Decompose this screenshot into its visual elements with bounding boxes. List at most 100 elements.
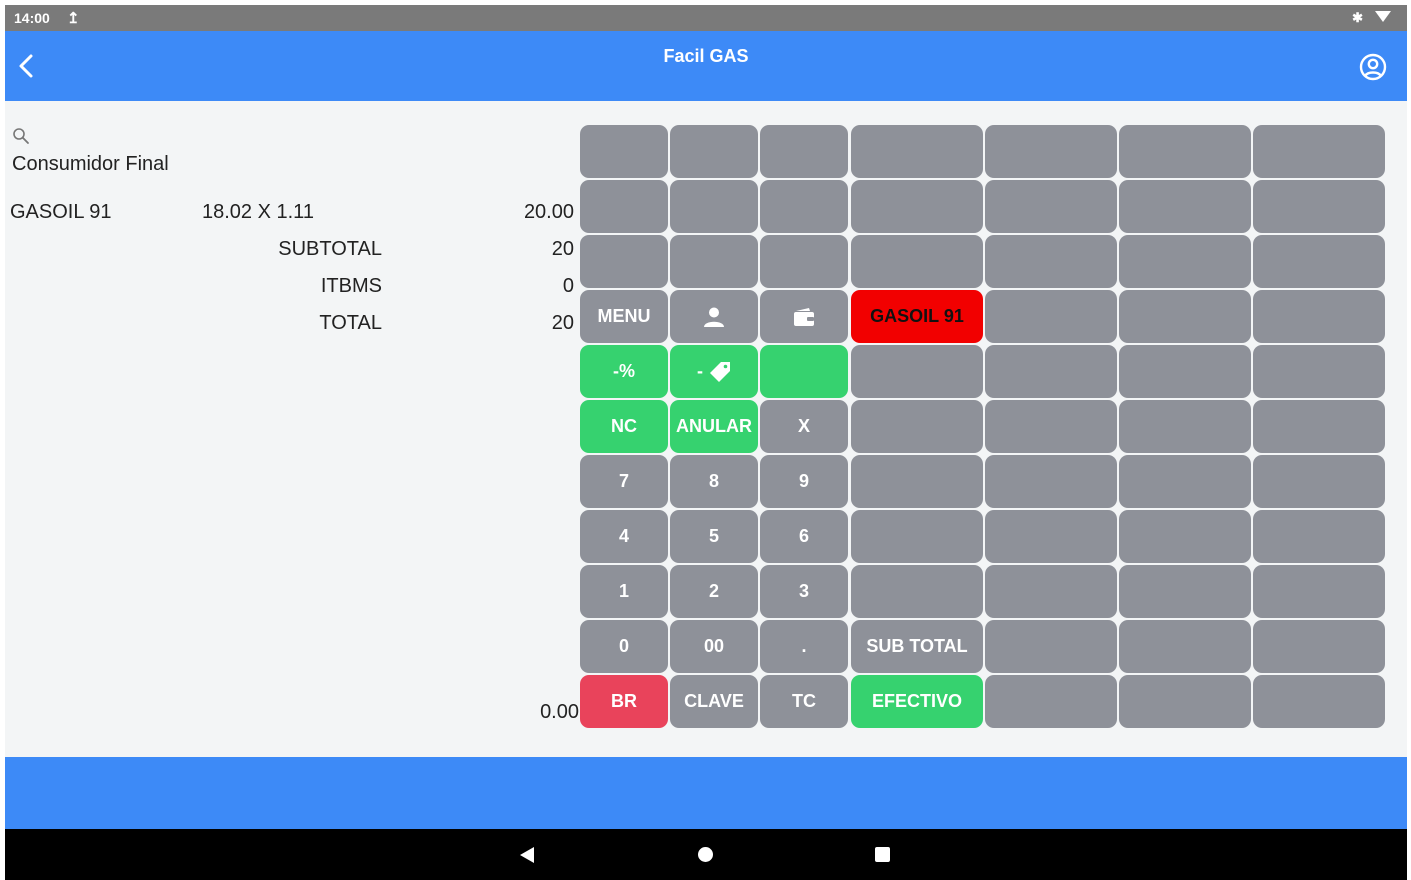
tax-value: 0 [562, 275, 574, 297]
digit-6-button[interactable]: 6 [760, 510, 848, 563]
blank-key[interactable] [1253, 290, 1385, 343]
blank-key[interactable] [1253, 235, 1385, 288]
blank-key[interactable] [851, 345, 983, 398]
blank-key[interactable] [580, 235, 668, 288]
blank-key[interactable] [985, 345, 1117, 398]
blank-key[interactable] [985, 620, 1117, 673]
nav-back-icon[interactable] [520, 847, 534, 863]
decimal-point-button[interactable]: . [760, 620, 848, 673]
blank-key[interactable] [851, 180, 983, 233]
blank-key[interactable] [760, 180, 848, 233]
blank-key[interactable] [851, 455, 983, 508]
app-title: Facil GAS [663, 46, 749, 66]
blank-key[interactable] [1119, 235, 1251, 288]
blank-key[interactable] [670, 235, 758, 288]
sub-total-button[interactable]: SUB TOTAL [851, 620, 983, 673]
blank-key[interactable] [1253, 400, 1385, 453]
blank-key[interactable] [1253, 675, 1385, 728]
tax-row: ITBMS 0 [5, 275, 580, 301]
blank-key[interactable] [1253, 510, 1385, 563]
anular-button[interactable]: ANULAR [670, 400, 758, 453]
blank-key[interactable] [1119, 455, 1251, 508]
digit-9-button[interactable]: 9 [760, 455, 848, 508]
blank-key[interactable] [1119, 510, 1251, 563]
clave-button[interactable]: CLAVE [670, 675, 758, 728]
total-row: TOTAL 20 [5, 312, 580, 338]
customer-name[interactable]: Consumidor Final [12, 153, 169, 176]
digit-3-button[interactable]: 3 [760, 565, 848, 618]
account-circle-icon[interactable] [1359, 53, 1387, 81]
tc-button[interactable]: TC [760, 675, 848, 728]
customer-button[interactable] [670, 290, 758, 343]
blank-key[interactable] [985, 125, 1117, 178]
blank-key[interactable] [1119, 345, 1251, 398]
blank-key[interactable] [851, 125, 983, 178]
digit-7-button[interactable]: 7 [580, 455, 668, 508]
blank-key[interactable] [985, 235, 1117, 288]
blank-key[interactable] [1253, 565, 1385, 618]
line-item[interactable]: GASOIL 91 18.02 X 1.11 20.00 [5, 201, 580, 227]
blank-key[interactable] [985, 180, 1117, 233]
system-nav-bar [5, 829, 1407, 880]
blank-key[interactable] [1119, 125, 1251, 178]
subtotal-value: 20 [551, 238, 574, 260]
digit-4-button[interactable]: 4 [580, 510, 668, 563]
blank-key[interactable] [851, 400, 983, 453]
digit-1-button[interactable]: 1 [580, 565, 668, 618]
search-icon[interactable] [12, 127, 30, 145]
blank-key[interactable] [1119, 180, 1251, 233]
fuel-gasoil-91-button[interactable]: GASOIL 91 [851, 290, 983, 343]
blank-key[interactable] [985, 675, 1117, 728]
double-zero-button[interactable]: 00 [670, 620, 758, 673]
blank-key[interactable] [985, 455, 1117, 508]
digit-2-button[interactable]: 2 [670, 565, 758, 618]
blank-key[interactable] [1119, 290, 1251, 343]
digit-8-button[interactable]: 8 [670, 455, 758, 508]
blank-key[interactable] [1119, 565, 1251, 618]
br-button[interactable]: BR [580, 675, 668, 728]
blank-key[interactable] [760, 235, 848, 288]
multiply-button[interactable]: X [760, 400, 848, 453]
blank-green-key[interactable] [760, 345, 848, 398]
blank-key[interactable] [985, 510, 1117, 563]
blank-key[interactable] [985, 565, 1117, 618]
discount-percent-button[interactable]: -% [580, 345, 668, 398]
nav-home-icon[interactable] [698, 847, 713, 862]
blank-key[interactable] [851, 510, 983, 563]
wallet-icon [794, 307, 814, 326]
discount-amount-button[interactable]: - [670, 345, 758, 398]
nav-recents-icon[interactable] [875, 847, 890, 862]
blank-key[interactable] [580, 125, 668, 178]
efectivo-button[interactable]: EFECTIVO [851, 675, 983, 728]
blank-key[interactable] [760, 125, 848, 178]
blank-key[interactable] [580, 180, 668, 233]
line-item-quantity: 18.02 X 1.11 [202, 201, 314, 223]
wallet-button[interactable] [760, 290, 848, 343]
total-value: 20 [551, 312, 574, 334]
nc-button[interactable]: NC [580, 400, 668, 453]
price-tag-icon [710, 361, 730, 382]
blank-key[interactable] [985, 400, 1117, 453]
blank-key[interactable] [1119, 675, 1251, 728]
blank-key[interactable] [1253, 125, 1385, 178]
blank-key[interactable] [851, 565, 983, 618]
menu-button[interactable]: MENU [580, 290, 668, 343]
blank-key[interactable] [1119, 400, 1251, 453]
digit-5-button[interactable]: 5 [670, 510, 758, 563]
entry-amount: 0.00 [540, 701, 579, 723]
digit-0-button[interactable]: 0 [580, 620, 668, 673]
content-area: Consumidor Final GASOIL 91 18.02 X 1.11 … [5, 101, 1407, 757]
line-item-description: GASOIL 91 [10, 201, 112, 223]
blank-key[interactable] [1253, 620, 1385, 673]
blank-key[interactable] [670, 125, 758, 178]
discount-prefix: - [697, 361, 703, 381]
blank-key[interactable] [851, 235, 983, 288]
blank-key[interactable] [1253, 180, 1385, 233]
blank-key[interactable] [670, 180, 758, 233]
app-bar: Facil GAS [5, 31, 1407, 101]
app-frame: 14:00 ↥ ✱ Facil GAS Consumidor Final GAS… [5, 5, 1407, 880]
blank-key[interactable] [1253, 455, 1385, 508]
blank-key[interactable] [1253, 345, 1385, 398]
blank-key[interactable] [985, 290, 1117, 343]
blank-key[interactable] [1119, 620, 1251, 673]
